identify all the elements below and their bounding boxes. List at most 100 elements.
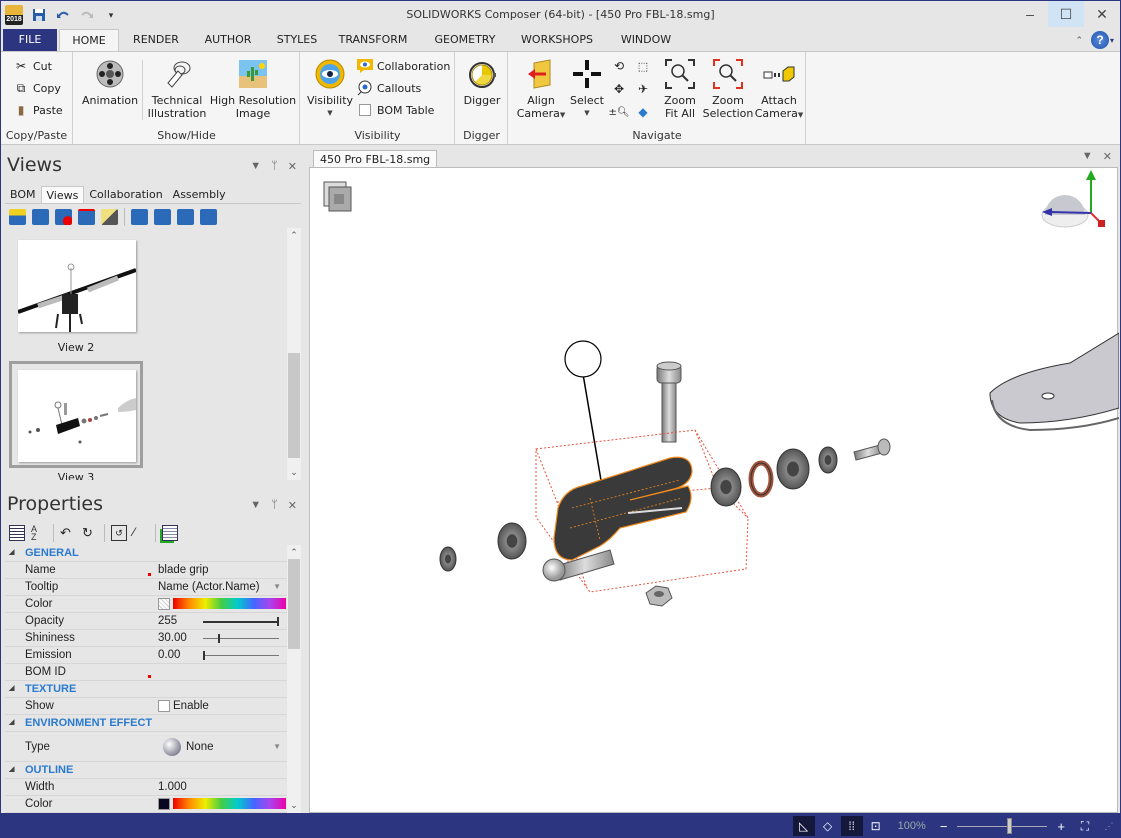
tab-window[interactable]: WINDOW — [613, 29, 679, 51]
tab-render[interactable]: RENDER — [125, 29, 187, 51]
paste-button[interactable]: ▮ Paste — [13, 100, 63, 120]
dropdown-caret-icon[interactable]: ▼ — [273, 732, 281, 762]
orientation-triad[interactable] — [1041, 170, 1105, 228]
tab-views[interactable]: Views — [40, 186, 85, 203]
property-row-bom-id[interactable]: BOM ID — [5, 664, 287, 681]
dropdown-caret-icon[interactable]: ▼ — [273, 579, 281, 595]
spacer[interactable] — [776, 448, 810, 490]
hex-nut[interactable] — [645, 585, 673, 607]
pin-icon[interactable]: ᛘ — [271, 499, 278, 512]
callout-balloon[interactable] — [564, 340, 605, 499]
scroll-down-icon[interactable]: ⌄ — [287, 800, 301, 811]
close-button[interactable]: ✕ — [1084, 1, 1120, 27]
washer-left[interactable] — [439, 546, 457, 572]
restore-default-icon[interactable]: ↺ — [111, 525, 127, 541]
fit-icon[interactable]: ⊡ — [865, 816, 887, 836]
document-menu-icon[interactable]: ▼ — [1082, 150, 1093, 163]
pin-icon[interactable]: ᛘ — [271, 160, 278, 173]
scroll-up-icon[interactable]: ⌃ — [287, 230, 301, 241]
collaboration-button[interactable]: Collaboration — [357, 56, 450, 76]
color-palette[interactable] — [173, 598, 286, 609]
emission-slider[interactable] — [203, 651, 279, 660]
fly-mode-button[interactable]: ◆ — [635, 102, 651, 122]
pan-button[interactable]: ✥ — [611, 79, 627, 99]
minimize-button[interactable]: – — [1012, 1, 1048, 27]
align-camera-button[interactable]: Align Camera▼ — [515, 58, 567, 122]
small-screw[interactable] — [853, 438, 891, 461]
zoom-area-button[interactable]: ⬚ — [635, 56, 651, 76]
socket-bolt[interactable] — [656, 361, 682, 443]
tab-workshops[interactable]: WORKSHOPS — [515, 29, 599, 51]
transparent-swatch[interactable] — [158, 598, 170, 610]
close-document-icon[interactable]: ✕ — [1103, 150, 1112, 163]
category-environment-effect[interactable]: ENVIRONMENT EFFECT — [5, 715, 287, 732]
fit-window-icon[interactable]: ⛶ — [1074, 816, 1096, 836]
help-dropdown-icon[interactable]: ▾ — [1110, 36, 1114, 45]
property-row-opacity[interactable]: Opacity 255 — [5, 613, 287, 630]
tab-geometry[interactable]: GEOMETRY — [427, 29, 503, 51]
o-ring[interactable] — [748, 460, 774, 498]
tab-assembly[interactable]: Assembly — [168, 186, 231, 203]
technical-illustration-button[interactable]: Technical Illustration — [146, 58, 208, 120]
ruler-triangle-icon[interactable]: ◺ — [792, 816, 815, 836]
copy-button[interactable]: ⧉ Copy — [13, 78, 61, 98]
rotor-blade[interactable] — [989, 332, 1119, 432]
grid-icon[interactable]: ⁞⁞ — [840, 816, 863, 836]
categorized-icon[interactable] — [9, 525, 25, 541]
zoom-fit-all-button[interactable]: Zoom Fit All — [657, 58, 703, 120]
zoom-in-button[interactable]: + — [1057, 819, 1065, 834]
reset-property-icon[interactable]: ↶ — [60, 525, 76, 541]
update-view-icon[interactable] — [32, 209, 49, 225]
name-value[interactable]: blade grip — [158, 562, 209, 578]
panel-menu-icon[interactable]: ▼ — [250, 160, 261, 173]
reset-all-icon[interactable]: ↻ — [82, 525, 98, 541]
previous-view-icon[interactable] — [154, 209, 171, 225]
property-row-emission[interactable]: Emission 0.00 — [5, 647, 287, 664]
zoom-slider-thumb[interactable] — [1007, 817, 1013, 834]
close-panel-icon[interactable]: ✕ — [288, 499, 297, 512]
animation-button[interactable]: Animation — [82, 58, 138, 107]
tab-transform[interactable]: TRANSFORM — [333, 29, 413, 51]
maximize-button[interactable]: ☐ — [1048, 1, 1084, 27]
stop-view-icon[interactable] — [177, 209, 194, 225]
texture-enable-checkbox[interactable] — [158, 700, 170, 712]
tab-home[interactable]: HOME — [59, 29, 119, 52]
category-outline[interactable]: OUTLINE — [5, 762, 287, 779]
collapse-ribbon-icon[interactable]: ⌃ — [1075, 35, 1083, 46]
callouts-button[interactable]: Callouts — [357, 78, 421, 98]
scroll-thumb[interactable] — [288, 559, 300, 649]
help-icon[interactable]: ? — [1090, 31, 1109, 49]
shininess-slider[interactable] — [203, 634, 279, 643]
paint-brush-icon[interactable] — [101, 209, 118, 225]
update-view-camera-icon[interactable] — [78, 209, 95, 225]
property-row-color[interactable]: Color — [5, 596, 287, 613]
add-property-icon[interactable] — [162, 525, 178, 541]
visibility-button[interactable]: Visibility ▼ — [305, 58, 355, 120]
tab-file[interactable]: FILE — [3, 29, 57, 51]
record-view-icon[interactable] — [55, 209, 72, 225]
view-thumbnail-selected[interactable] — [18, 370, 136, 462]
create-view-icon[interactable] — [9, 209, 26, 225]
property-row-outline-color[interactable]: Color — [5, 796, 287, 813]
first-view-icon[interactable] — [131, 209, 148, 225]
property-row-width[interactable]: Width 1.000 — [5, 779, 287, 796]
resize-grip-icon[interactable]: ⋰ — [1098, 816, 1120, 836]
washer-right[interactable] — [818, 446, 838, 474]
select-button[interactable]: Select ▼ — [567, 58, 607, 120]
bearing-left[interactable] — [497, 522, 527, 560]
property-row-shininess[interactable]: Shininess 30.00 — [5, 630, 287, 647]
zoom-out-button[interactable]: − — [940, 819, 948, 834]
attach-camera-button[interactable]: Attach Camera▼ — [753, 58, 805, 122]
sort-alphabetical-icon[interactable]: AZ — [31, 525, 47, 542]
opacity-slider[interactable] — [203, 617, 279, 626]
view-thumbnail[interactable] — [17, 240, 137, 332]
property-row-show[interactable]: Show Enable — [5, 698, 287, 715]
perspective-icon[interactable]: ◇ — [817, 816, 839, 836]
color-palette[interactable] — [173, 798, 286, 809]
3d-viewport[interactable] — [309, 167, 1119, 813]
high-resolution-image-button[interactable]: High Resolution Image — [208, 58, 298, 120]
category-general[interactable]: GENERAL — [5, 545, 287, 562]
next-view-icon[interactable] — [200, 209, 217, 225]
bom-table-check-box[interactable] — [359, 104, 371, 116]
panel-menu-icon[interactable]: ▼ — [250, 499, 261, 512]
